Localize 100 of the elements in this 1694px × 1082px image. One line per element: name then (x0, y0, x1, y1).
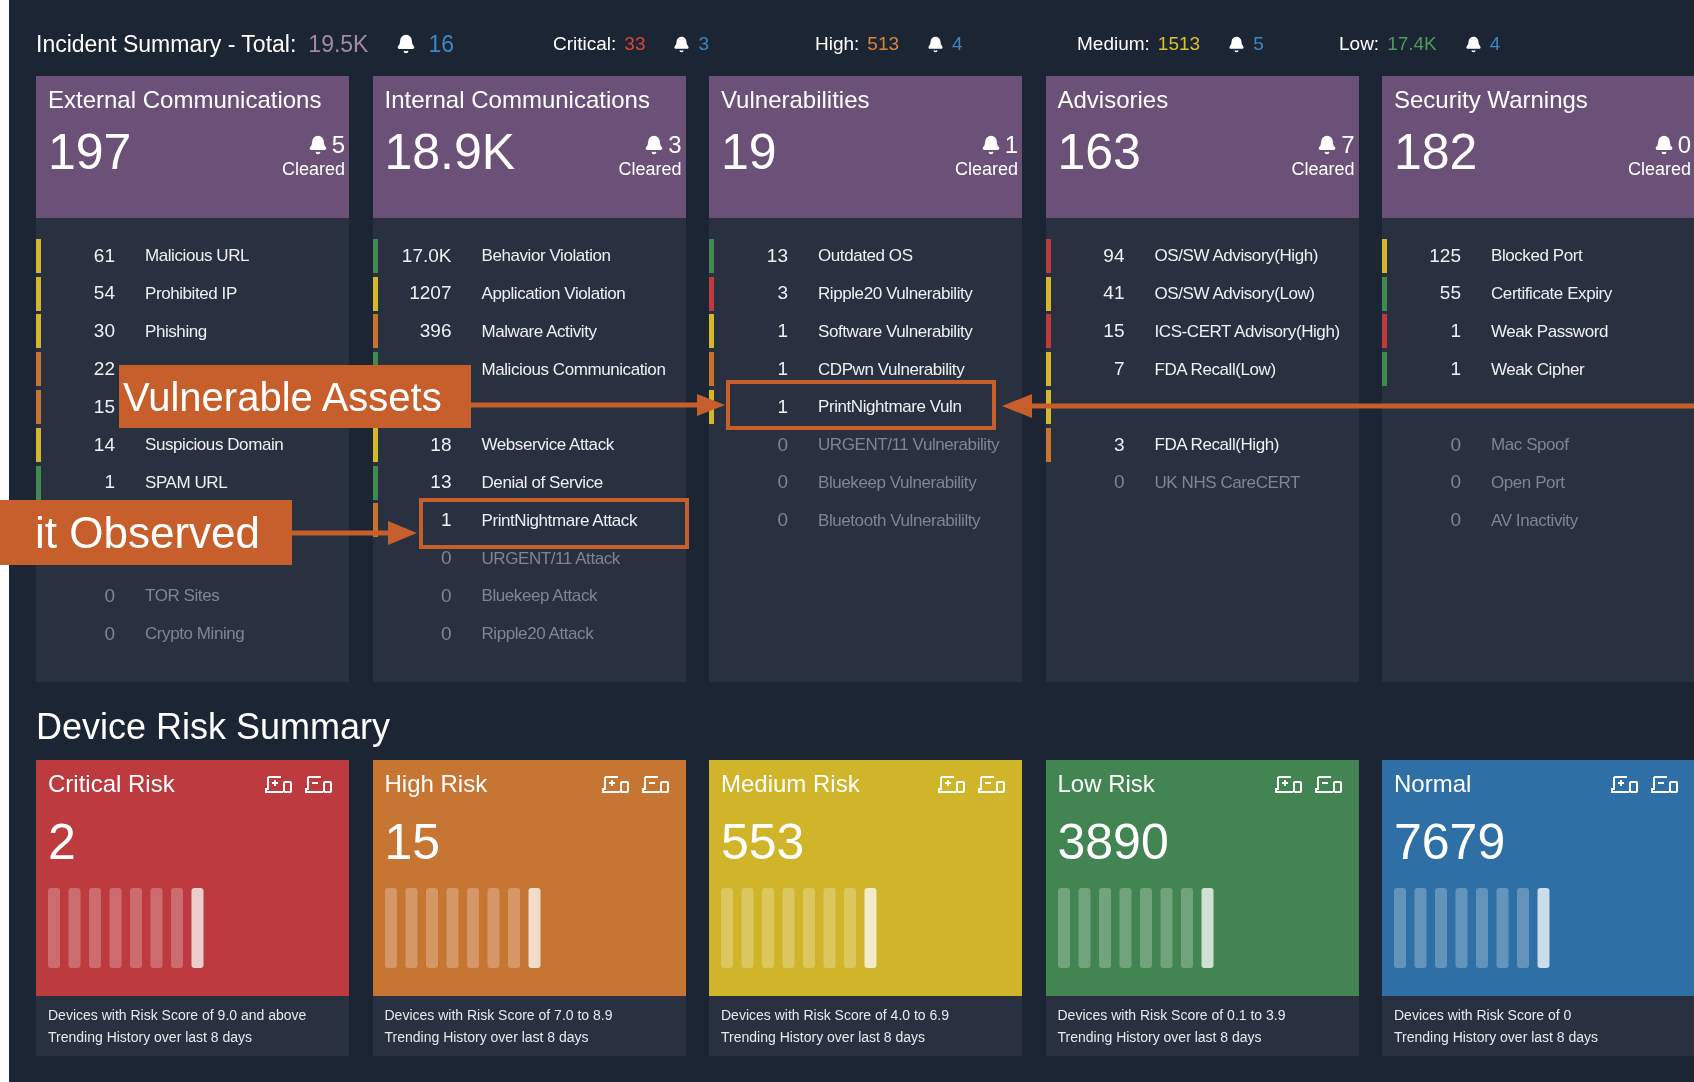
row-label[interactable]: Denial of Service (481, 469, 603, 496)
row-count: 0 (1450, 432, 1461, 457)
bell-icon (673, 35, 691, 53)
alert-count: 5 (1253, 31, 1264, 56)
row-label[interactable]: ICS-CERT Advisory(High) (1154, 318, 1340, 345)
alert-count: 0 (1677, 132, 1691, 158)
laptop-minus-icon (1314, 774, 1343, 794)
callout-label: it Observed (0, 500, 292, 565)
row-label[interactable]: Malicious URL (145, 243, 250, 269)
card-title: External Communications (48, 85, 323, 115)
row-count: 1 (440, 508, 452, 533)
card-title: Internal Communications (384, 85, 651, 115)
level-label: High: (815, 31, 860, 56)
row-label[interactable]: PrintNightmare Vuln (818, 394, 962, 420)
row-label[interactable]: Phishing (145, 318, 207, 345)
laptop-plus-icon (1274, 774, 1303, 794)
bell-icon (1317, 135, 1338, 155)
card-title: Security Warnings (1394, 85, 1589, 115)
laptop-plus-icon (601, 774, 630, 794)
cleared-label: Cleared (1291, 158, 1355, 180)
alert-count: 1 (1004, 132, 1018, 158)
risk-title: Low Risk (1057, 769, 1155, 799)
risk-description: Devices with Risk Score of 0.1 to 3.9 (1057, 1006, 1287, 1025)
row-label[interactable]: Blocked Port (1491, 243, 1583, 269)
row-label[interactable]: FDA Recall(Low) (1154, 356, 1276, 383)
row-label[interactable]: Weak Cipher (1491, 356, 1585, 383)
row-count: 0 (777, 508, 788, 533)
risk-count: 3890 (1057, 813, 1170, 872)
alert-count: 3 (668, 132, 682, 158)
cleared-label: Cleared (281, 158, 345, 180)
trend-label: Trending History over last 8 days (721, 1028, 927, 1047)
row-count: 0 (1450, 470, 1461, 495)
risk-title: Medium Risk (721, 769, 860, 799)
row-label[interactable]: Outdated OS (818, 243, 913, 269)
row-label[interactable]: Ripple20 Vulnerability (818, 280, 973, 307)
risk-title: High Risk (384, 769, 488, 799)
row-count: 15 (93, 394, 115, 419)
row-label[interactable]: Webservice Attack (481, 432, 614, 458)
trend-label: Trending History over last 8 days (1057, 1028, 1263, 1047)
row-label[interactable]: Prohibited IP (145, 280, 237, 307)
row-label[interactable]: CDPwn Vulnerability (818, 356, 965, 383)
row-label[interactable]: Malicious Communication (481, 356, 666, 383)
trend-label: Trending History over last 8 days (48, 1028, 254, 1047)
level-label: Critical: (553, 31, 617, 56)
card-title: Advisories (1057, 85, 1170, 115)
summary-title: Incident Summary - Total: (36, 29, 297, 59)
alert-count: 4 (952, 31, 963, 56)
level-label: Medium: (1077, 31, 1150, 56)
row-count: 0 (1113, 470, 1125, 495)
row-label[interactable]: Malware Activity (481, 318, 597, 345)
row-count: 0 (777, 432, 788, 457)
row-count: 55 (1439, 281, 1461, 306)
row-label[interactable]: Behavior Violation (481, 243, 611, 269)
row-label[interactable]: Certificate Expiry (1491, 280, 1612, 307)
row-count: 18 (430, 432, 452, 457)
incident-count: 163 (1057, 124, 1141, 180)
level-count: 17.4K (1387, 31, 1437, 56)
row-count: 17.0K (401, 243, 452, 268)
bell-icon (1228, 35, 1246, 53)
row-count: 13 (766, 243, 788, 268)
bell-icon (1464, 35, 1482, 53)
row-label[interactable]: OS/SW Advisory(Low) (1154, 280, 1315, 307)
row-label[interactable]: Weak Password (1491, 318, 1608, 345)
row-label[interactable]: PrintNightmare Attack (481, 507, 637, 534)
row-count: 41 (1103, 281, 1125, 306)
trend-label: Trending History over last 8 days (1394, 1028, 1600, 1047)
risk-description: Devices with Risk Score of 7.0 to 8.9 (384, 1006, 614, 1025)
alert-count: 5 (331, 132, 345, 158)
callout-label: Vulnerable Assets (119, 365, 471, 428)
row-count: 7 (1113, 357, 1125, 382)
row-count: 125 (1429, 243, 1461, 268)
row-count: 1 (1450, 357, 1461, 382)
alert-count: 3 (698, 31, 710, 56)
risk-count: 7679 (1394, 813, 1507, 872)
row-count: 0 (104, 583, 115, 608)
row-label[interactable]: FDA Recall(High) (1154, 432, 1279, 458)
alert-count: 7 (1341, 132, 1355, 158)
risk-title: Critical Risk (48, 769, 175, 799)
laptop-minus-icon (978, 774, 1006, 794)
row-label[interactable]: SPAM URL (145, 469, 228, 496)
cleared-label: Cleared (1627, 158, 1691, 180)
row-count: 94 (1103, 243, 1125, 268)
row-label[interactable]: Suspicious Domain (145, 432, 284, 458)
laptop-minus-icon (1651, 774, 1679, 794)
row-label[interactable]: Application Violation (481, 280, 626, 307)
row-count: 0 (440, 621, 452, 646)
trend-label: Trending History over last 8 days (384, 1028, 590, 1047)
row-label[interactable]: OS/SW Advisory(High) (1154, 243, 1318, 269)
row-count: 54 (93, 281, 115, 306)
bell-icon (396, 34, 417, 54)
row-label[interactable]: Software Vulnerability (818, 318, 973, 345)
row-count: 0 (440, 546, 452, 570)
incident-count: 19 (721, 124, 777, 180)
bell-icon (307, 135, 328, 155)
row-count: 1 (1450, 319, 1461, 344)
risk-description: Devices with Risk Score of 0 (1394, 1006, 1573, 1025)
row-count: 14 (93, 432, 115, 457)
cleared-label: Cleared (618, 158, 682, 180)
risk-count: 553 (721, 813, 806, 872)
alert-count: 16 (428, 29, 455, 59)
